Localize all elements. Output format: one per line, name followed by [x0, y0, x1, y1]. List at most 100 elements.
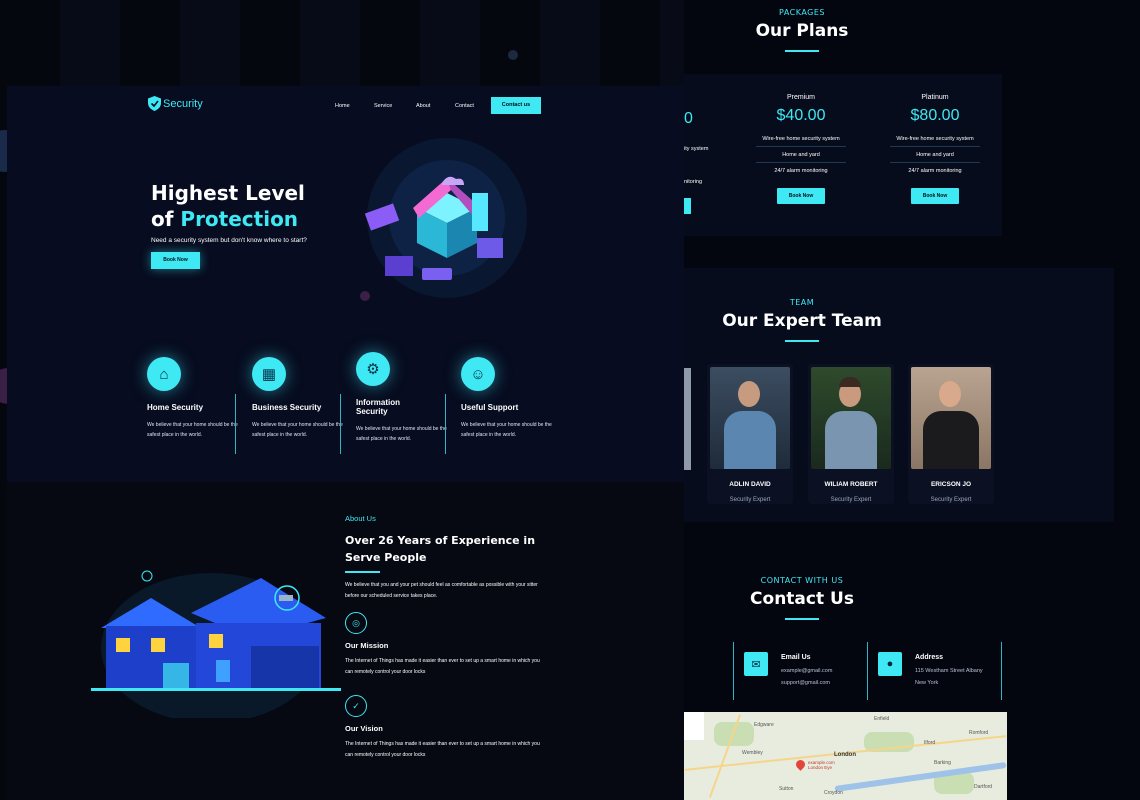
title-underline: [785, 50, 819, 52]
nav-service[interactable]: Service: [374, 103, 392, 109]
map-place: London: [834, 752, 856, 758]
home-lock-icon: ⌂: [147, 357, 181, 391]
map-pin-label: example.com London Eye: [808, 760, 835, 770]
right-page-preview: PACKAGES Our Plans 0 ity system nitoring…: [684, 0, 1140, 800]
packages-label: PACKAGES: [779, 8, 825, 17]
hero-title: Highest Level of Protection: [151, 180, 305, 232]
map-place: Barking: [934, 760, 951, 766]
about-label: About Us: [345, 514, 376, 523]
partial-plan-price: 0: [684, 110, 693, 127]
plan-feature: Wire-free home security system: [756, 131, 846, 147]
title-underline: [785, 618, 819, 620]
feature-title: Business Security: [252, 403, 322, 412]
hero-section: Security Home Service About Contact Cont…: [7, 86, 684, 482]
member-photo: [811, 367, 891, 469]
plan-price: $40.00: [776, 107, 826, 124]
team-title: Our Expert Team: [722, 311, 882, 331]
member-role: Security Expert: [830, 497, 872, 503]
hero-book-now-button[interactable]: Book Now: [151, 252, 200, 269]
map-embed[interactable]: Edgware Enfield Wembley Ilford Romford B…: [684, 712, 1007, 800]
feature-text: We believe that your home should be the …: [147, 422, 238, 438]
packages-title: Our Plans: [755, 21, 849, 41]
about-title-line1: Over 26 Years of Experience in: [345, 534, 536, 547]
team-section: TEAM Our Expert Team ADLIN DAVID Securit…: [684, 268, 1114, 522]
about-section: About Us Over 26 Years of Experience in …: [7, 482, 684, 800]
title-underline: [345, 571, 380, 573]
contact-address-box: ● Address 115 Westham Street Albany New …: [878, 652, 998, 712]
partial-member-card: [684, 368, 691, 470]
divider: [1001, 642, 1002, 700]
about-title: Over 26 Years of Experience in Serve Peo…: [345, 532, 535, 566]
feature-text: We believe that your home should be the …: [461, 422, 552, 438]
map-place: Sutton: [779, 786, 794, 792]
building-lock-icon: ▦: [252, 357, 286, 391]
map-place: Dartford: [974, 784, 993, 790]
plan-feature: Wire-free home security system: [890, 131, 980, 147]
member-photo: [911, 367, 991, 469]
partial-plan-feature: ity system: [684, 146, 709, 152]
feature-text: We believe that your home should be the …: [356, 426, 447, 442]
nav-home[interactable]: Home: [335, 103, 350, 109]
shield-icon: [148, 96, 161, 111]
plan-feature: 24/7 alarm monitoring: [908, 168, 962, 174]
brand-name: Security: [163, 97, 203, 110]
book-now-button[interactable]: Book Now: [777, 188, 825, 204]
feature-divider: [445, 394, 446, 454]
nav-about[interactable]: About: [416, 103, 430, 109]
divider: [867, 642, 868, 700]
plan-price: $80.00: [910, 107, 960, 124]
support-agent-icon: ☺: [461, 357, 495, 391]
plan-feature: Home and yard: [756, 147, 846, 163]
nav-contact[interactable]: Contact: [455, 103, 474, 109]
feature-divider: [340, 394, 341, 454]
feature-title: Information Security: [356, 398, 400, 416]
team-member-card: ADLIN DAVID Security Expert: [707, 364, 793, 504]
team-member-card: ERICSON JO Security Expert: [908, 364, 994, 504]
map-place: Edgware: [754, 722, 774, 728]
feature-information-security: ⚙ Information Security We believe that y…: [356, 352, 451, 444]
contact-us-button[interactable]: Contact us: [491, 97, 541, 114]
shield-check-icon: ✓: [345, 695, 367, 717]
contact-email-box: ✉ Email Us example@gmail.com support@gma…: [744, 652, 864, 712]
plans-panel: 0 ity system nitoring Premium $40.00 Wir…: [684, 74, 1002, 236]
member-photo: [710, 367, 790, 469]
feature-title: Home Security: [147, 403, 204, 412]
hero-title-prefix: of: [151, 207, 181, 231]
plan-card-platinum: Platinum $80.00 Wire-free home security …: [890, 94, 980, 204]
hero-title-accent: Protection: [180, 207, 299, 231]
map-pin-icon[interactable]: [794, 758, 807, 771]
book-now-button[interactable]: Book Now: [911, 188, 959, 204]
member-name: ERICSON JO: [930, 481, 972, 488]
hero-title-line1: Highest Level: [151, 181, 305, 205]
location-pin-icon: ●: [878, 652, 902, 676]
mission-block: ◎ Our Mission The Internet of Things has…: [345, 612, 545, 678]
map-place: Enfield: [874, 716, 890, 722]
vision-text: The Internet of Things has made it easie…: [345, 741, 540, 758]
map-place: Croydon: [824, 790, 843, 796]
address-title: Address: [915, 654, 944, 661]
member-role: Security Expert: [930, 497, 972, 503]
map-place: Wembley: [742, 750, 763, 756]
team-member-card: WILIAM ROBERT Security Expert: [808, 364, 894, 504]
brand-logo[interactable]: Security: [148, 96, 203, 111]
left-page-preview: Security Home Service About Contact Cont…: [7, 86, 684, 800]
vision-title: Our Vision: [345, 724, 383, 733]
map-place: Romford: [969, 730, 989, 736]
map-place: Ilford: [924, 740, 936, 746]
packages-header: PACKAGES Our Plans: [684, 0, 1140, 72]
address-line: New York: [915, 680, 939, 686]
about-text: We believe that you and your pet should …: [345, 582, 538, 599]
team-label: TEAM: [789, 298, 815, 307]
member-role: Security Expert: [729, 497, 771, 503]
contact-section: CONTACT WITH US Contact Us ✉ Email Us ex…: [684, 548, 1114, 712]
decor-bubble: [508, 50, 518, 60]
partial-plan-button[interactable]: [684, 198, 691, 214]
title-underline: [785, 340, 819, 342]
plan-card-premium: Premium $40.00 Wire-free home security s…: [756, 94, 846, 204]
map-info-box: [684, 712, 704, 740]
gear-lock-icon: ⚙: [356, 352, 390, 386]
feature-divider: [235, 394, 236, 454]
feature-home-security: ⌂ Home Security We believe that your hom…: [147, 357, 242, 440]
plan-name: Platinum: [921, 94, 949, 101]
feature-title: Useful Support: [461, 403, 519, 412]
